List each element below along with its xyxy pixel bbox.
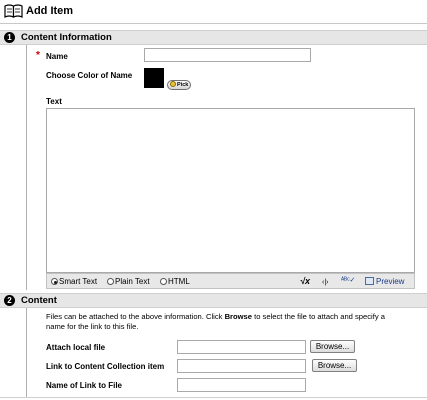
- editor-toolbar: Smart Text Plain Text HTML √x ‹|› ᴬᴮᶜ✓ P…: [46, 273, 415, 289]
- required-mark: *: [36, 50, 40, 61]
- mode-plain-text[interactable]: Plain Text: [107, 277, 150, 286]
- attach-file-input[interactable]: [177, 340, 306, 354]
- radio-selected-icon: [51, 278, 58, 285]
- color-label: Choose Color of Name: [46, 71, 133, 80]
- link-name-input[interactable]: [177, 378, 306, 392]
- mode-label: Smart Text: [59, 277, 98, 286]
- collection-link-input[interactable]: [177, 359, 306, 373]
- bottom-divider: [0, 397, 427, 398]
- pick-color-button[interactable]: Pick: [167, 80, 192, 90]
- section-divider-line: [26, 45, 27, 290]
- color-picker-icon: [170, 81, 176, 87]
- link-name-label: Name of Link to File: [46, 381, 123, 390]
- preview-icon: [365, 277, 374, 285]
- mode-smart-text[interactable]: Smart Text: [51, 277, 97, 286]
- spell-check-icon[interactable]: ᴬᴮᶜ✓: [341, 275, 355, 286]
- page-title: Add Item: [26, 5, 74, 17]
- radio-icon: [160, 278, 167, 285]
- section-title: Content: [21, 295, 57, 306]
- mode-label: Plain Text: [115, 277, 150, 286]
- preview-label: Preview: [376, 277, 405, 286]
- math-equation-icon[interactable]: √x: [300, 276, 310, 287]
- color-swatch: [144, 68, 164, 88]
- attach-description: Files can be attached to the above infor…: [46, 312, 385, 331]
- radio-icon: [107, 278, 114, 285]
- collection-link-label: Link to Content Collection item: [46, 362, 165, 371]
- insert-link-icon[interactable]: ‹|›: [322, 277, 328, 288]
- section-content: 2 Content: [0, 293, 427, 308]
- attach-browse-button[interactable]: Browse...: [310, 340, 355, 353]
- mode-html[interactable]: HTML: [160, 277, 190, 286]
- section-content-information: 1 Content Information: [0, 30, 427, 45]
- name-label: Name: [46, 52, 68, 61]
- attach-file-label: Attach local file: [46, 343, 106, 352]
- text-label: Text: [46, 97, 62, 106]
- step-number-1: 1: [4, 32, 15, 43]
- section-divider-line: [26, 308, 27, 397]
- text-editor-area[interactable]: [46, 108, 415, 273]
- browse-emphasis: Browse: [224, 312, 252, 321]
- preview-button[interactable]: Preview: [365, 277, 404, 286]
- page-header: Add Item: [0, 0, 427, 24]
- mode-label: HTML: [168, 277, 190, 286]
- step-number-2: 2: [4, 295, 15, 306]
- name-input[interactable]: [144, 48, 311, 62]
- book-icon: [4, 4, 23, 18]
- collection-browse-button[interactable]: Browse...: [312, 359, 357, 372]
- section-title: Content Information: [21, 32, 112, 43]
- pick-label: Pick: [177, 82, 189, 88]
